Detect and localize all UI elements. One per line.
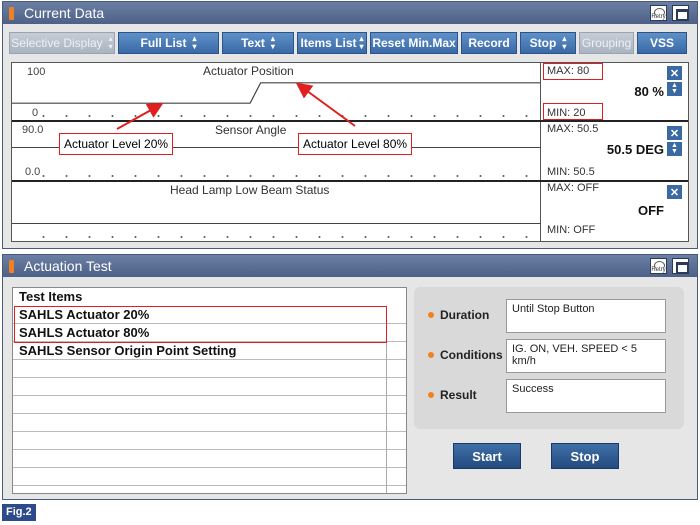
conditions-label: Conditions	[440, 348, 503, 362]
retry-icon[interactable]: Retry	[650, 5, 667, 21]
time-ticks	[32, 115, 537, 117]
reorder-icon[interactable]: ▲ ▼	[667, 142, 682, 156]
grouping-button[interactable]: Grouping	[579, 32, 634, 54]
head-lamp-status-graph: Head Lamp Low Beam Status MAX: OFF OFF M…	[12, 182, 688, 241]
result-value: Success	[506, 379, 666, 413]
up-down-icon: ▴ ▾	[192, 34, 197, 51]
conditions-row: Conditions IG. ON, VEH. SPEED < 5 km/h	[414, 339, 684, 373]
plot-area: Head Lamp Low Beam Status	[12, 182, 541, 241]
max-value: MAX: OFF	[547, 182, 599, 194]
current-data-title-bar: Current Data Retry	[3, 2, 697, 24]
stop-button[interactable]: Stop	[551, 443, 619, 469]
max-highlight-box	[543, 63, 603, 80]
callout-actuator-level-80: Actuator Level 80%	[298, 133, 413, 155]
max-value: MAX: 50.5	[547, 123, 599, 135]
y-max-label: 90.0	[22, 124, 44, 136]
graph-title: Head Lamp Low Beam Status	[170, 183, 330, 197]
result-label: Result	[440, 388, 477, 402]
list-item-empty	[13, 432, 406, 450]
stop-record-button[interactable]: Stop ▴ ▾	[520, 32, 576, 54]
current-value: 80 %	[634, 84, 664, 99]
reorder-icon[interactable]: ▲ ▼	[667, 82, 682, 96]
test-items-list: Test Items SAHLS Actuator 20% SAHLS Actu…	[12, 287, 407, 494]
actuator-trace	[12, 82, 541, 104]
reset-min-max-button[interactable]: Reset Min.Max	[370, 32, 458, 54]
selected-items-highlight-box	[14, 306, 387, 343]
up-down-icon: ▴ ▾	[359, 34, 364, 51]
maximize-icon[interactable]	[672, 258, 689, 274]
list-item-empty	[13, 468, 406, 486]
actuator-trace-svg	[12, 82, 541, 104]
figure-label: Fig.2	[2, 504, 36, 521]
text-button[interactable]: Text ▴ ▾	[222, 32, 294, 54]
actuator-position-graph: 100 0 Actuator Position MAX: 80 80 % MIN…	[12, 63, 688, 122]
time-ticks	[32, 175, 537, 177]
duration-value: Until Stop Button	[506, 299, 666, 333]
flag-icon	[9, 259, 14, 273]
graph-area: 100 0 Actuator Position MAX: 80 80 % MIN…	[11, 62, 689, 242]
full-list-button[interactable]: Full List ▴ ▾	[118, 32, 219, 54]
list-item-empty	[13, 396, 406, 414]
list-header: Test Items	[19, 289, 83, 304]
maximize-icon[interactable]	[672, 5, 689, 21]
result-row: Result Success	[414, 379, 684, 413]
list-item-empty	[13, 360, 406, 378]
plot-area: 100 0 Actuator Position	[12, 63, 541, 120]
test-info-box: Duration Until Stop Button Conditions IG…	[414, 287, 684, 429]
bullet-icon	[428, 312, 434, 318]
items-list-button[interactable]: Items List ▴ ▾	[297, 32, 367, 54]
current-value: 50.5 DEG	[606, 142, 664, 157]
retry-icon[interactable]: Retry	[650, 258, 667, 274]
list-item-empty	[13, 450, 406, 468]
actuation-test-title: Actuation Test	[24, 258, 112, 274]
close-graph-icon[interactable]: ✕	[667, 66, 682, 80]
up-down-icon: ▴ ▾	[562, 34, 567, 51]
duration-row: Duration Until Stop Button	[414, 299, 684, 333]
close-graph-icon[interactable]: ✕	[667, 185, 682, 199]
duration-label: Duration	[440, 308, 490, 322]
up-down-icon: ▴ ▾	[108, 34, 113, 51]
value-column: MAX: OFF OFF MIN: OFF ✕	[544, 182, 688, 241]
value-column: MAX: 80 80 % MIN: 20 ✕ ▲ ▼	[543, 63, 688, 120]
min-value: MIN: 50.5	[547, 166, 595, 178]
up-down-icon: ▴ ▾	[270, 34, 275, 51]
conditions-value: IG. ON, VEH. SPEED < 5 km/h	[506, 339, 666, 373]
flag-icon	[9, 6, 14, 20]
status-trace	[12, 223, 541, 224]
callout-actuator-level-20: Actuator Level 20%	[59, 133, 174, 155]
selective-display-button[interactable]: Selective Display ▴ ▾	[9, 32, 115, 54]
min-highlight-box	[543, 103, 603, 120]
time-ticks	[32, 236, 537, 238]
vss-button[interactable]: VSS	[637, 32, 687, 54]
graph-title: Sensor Angle	[215, 123, 287, 137]
bullet-icon	[428, 352, 434, 358]
list-item[interactable]: SAHLS Sensor Origin Point Setting	[13, 342, 406, 360]
list-item-empty	[13, 414, 406, 432]
start-button[interactable]: Start	[453, 443, 521, 469]
current-data-title: Current Data	[24, 5, 105, 21]
bullet-icon	[428, 392, 434, 398]
list-item-empty	[13, 378, 406, 396]
toolbar: Selective Display ▴ ▾ Full List ▴ ▾ Text ▴ ▾ I…	[9, 32, 687, 54]
actuation-test-title-bar: Actuation Test Retry	[3, 255, 697, 277]
record-button[interactable]: Record	[461, 32, 517, 54]
current-value: OFF	[638, 203, 664, 218]
min-value: MIN: OFF	[547, 224, 596, 236]
close-graph-icon[interactable]: ✕	[667, 126, 682, 140]
value-column: MAX: 50.5 50.5 DEG MIN: 50.5 ✕ ▲ ▼	[544, 122, 688, 180]
